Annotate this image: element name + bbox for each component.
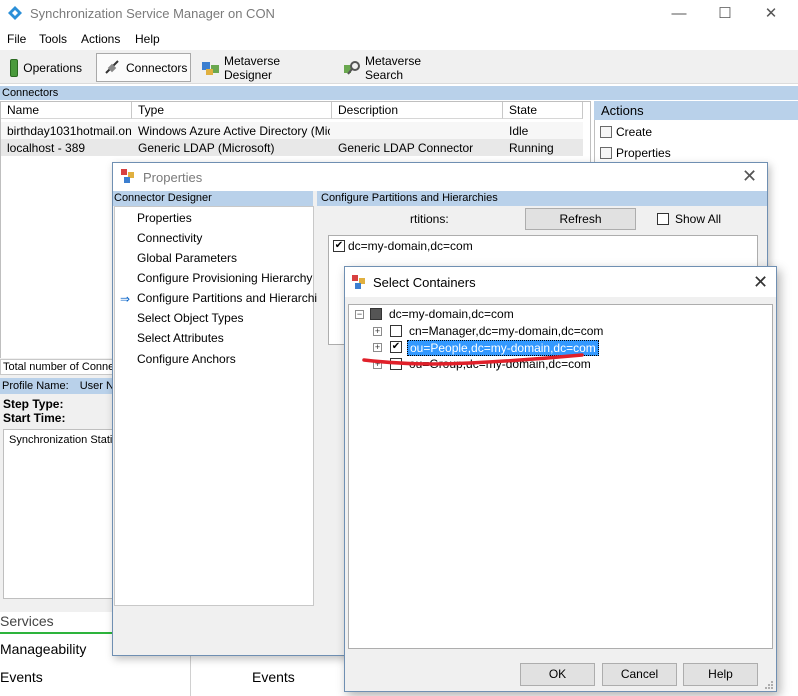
- partition-checkbox[interactable]: ✔: [333, 240, 345, 252]
- refresh-button[interactable]: Refresh: [525, 208, 636, 230]
- connector-designer-header: Connector Designer: [113, 191, 313, 206]
- metaverse-search-button[interactable]: Metaverse Search: [335, 53, 465, 82]
- column-state[interactable]: State: [503, 102, 583, 119]
- user-name-label: User Nar: [79, 380, 115, 392]
- metaverse-search-label: Metaverse Search: [365, 53, 422, 82]
- nav-properties[interactable]: Properties: [137, 211, 192, 225]
- action-properties-label: Properties: [616, 146, 671, 160]
- row-description: Generic LDAP Connector: [338, 141, 474, 155]
- metaverse-search-icon: [342, 59, 360, 77]
- tree-node-manager[interactable]: cn=Manager,dc=my-domain,dc=com: [409, 324, 603, 338]
- partitions-label: rtitions:: [410, 212, 449, 226]
- root-partial-checkbox[interactable]: [370, 308, 382, 320]
- sync-stats-panel: [3, 429, 115, 599]
- start-time-label: Start Time:: [3, 411, 66, 425]
- row-name: birthday1031hotmail.on...: [7, 124, 131, 138]
- services-link[interactable]: Services: [0, 613, 54, 629]
- metaverse-designer-icon: [201, 59, 219, 77]
- metaverse-designer-label: Metaverse Designer: [224, 53, 281, 82]
- action-properties[interactable]: Properties: [600, 146, 671, 160]
- total-connectors: Total number of Connec: [0, 359, 115, 375]
- profile-name-label: Profile Name:: [2, 380, 69, 392]
- nav-anchors[interactable]: Configure Anchors: [137, 352, 236, 366]
- row-description: [332, 123, 502, 139]
- sync-diamond-icon: [8, 6, 22, 20]
- menu-help[interactable]: Help: [135, 32, 160, 46]
- row-state: Idle: [509, 124, 529, 138]
- properties-title: Properties: [143, 170, 203, 185]
- nav-attributes[interactable]: Select Attributes: [137, 331, 224, 345]
- window-title: Synchronization Service Manager on CON: [30, 6, 275, 21]
- properties-app-icon: [121, 169, 134, 183]
- show-all-label: Show All: [675, 212, 722, 226]
- nav-partitions-hierarchies[interactable]: Configure Partitions and Hierarchies: [137, 291, 330, 305]
- properties-title-bar: [113, 163, 767, 191]
- events-right-link[interactable]: Events: [252, 669, 295, 685]
- connector-designer-nav: [114, 206, 314, 606]
- metaverse-designer-button[interactable]: Metaverse Designer: [194, 53, 329, 82]
- profile-header: Profile Name: User Nar: [0, 378, 115, 394]
- red-underline-annotation: [362, 353, 584, 366]
- minimize-button[interactable]: —: [656, 0, 702, 28]
- select-containers-close-button[interactable]: ✕: [753, 272, 768, 293]
- connectors-plug-icon: [103, 59, 121, 77]
- show-all-checkbox[interactable]: [657, 213, 669, 225]
- row-type: Windows Azure Active Directory (Micr...: [138, 124, 330, 138]
- row-state: Running: [509, 141, 554, 155]
- select-containers-app-icon: [352, 275, 365, 289]
- action-create-label: Create: [616, 125, 653, 139]
- current-step-arrow-icon: ⇒: [120, 292, 131, 306]
- column-type[interactable]: Type: [132, 102, 332, 119]
- select-containers-title: Select Containers: [373, 275, 476, 290]
- row-name: localhost - 389: [7, 141, 86, 155]
- menu-tools[interactable]: Tools: [39, 32, 67, 46]
- actions-header: Actions: [594, 101, 798, 120]
- sync-stats-label: Synchronization Statis: [9, 434, 118, 446]
- help-button[interactable]: Help: [683, 663, 758, 686]
- menu-actions[interactable]: Actions: [81, 32, 120, 46]
- partition-item[interactable]: dc=my-domain,dc=com: [348, 239, 473, 253]
- create-icon: [600, 126, 612, 138]
- row-type: Generic LDAP (Microsoft): [138, 141, 275, 155]
- nav-object-types[interactable]: Select Object Types: [137, 311, 244, 325]
- tree-node-root[interactable]: dc=my-domain,dc=com: [389, 307, 514, 321]
- manageability-link[interactable]: Manageability: [0, 641, 86, 657]
- connectors-label: Connectors: [126, 60, 188, 75]
- step-type-label: Step Type:: [3, 397, 64, 411]
- operations-button[interactable]: Operations: [3, 53, 89, 82]
- partitions-header: Configure Partitions and Hierarchies: [317, 191, 767, 206]
- operations-book-icon: [10, 58, 19, 77]
- nav-global-parameters[interactable]: Global Parameters: [137, 251, 237, 265]
- connectors-section-header: Connectors: [0, 86, 798, 100]
- menu-file[interactable]: File: [7, 32, 26, 46]
- nav-connectivity[interactable]: Connectivity: [137, 231, 202, 245]
- close-button[interactable]: ✕: [748, 0, 794, 28]
- events-link[interactable]: Events: [0, 669, 43, 685]
- properties-close-button[interactable]: ✕: [742, 166, 757, 187]
- column-description[interactable]: Description: [332, 102, 503, 119]
- operations-label: Operations: [23, 60, 82, 75]
- maximize-button[interactable]: ☐: [702, 0, 748, 28]
- resize-grip-icon[interactable]: [764, 680, 774, 690]
- connectors-button[interactable]: Connectors: [96, 53, 191, 82]
- action-create[interactable]: Create: [600, 125, 652, 139]
- ok-button[interactable]: OK: [520, 663, 595, 686]
- cancel-button[interactable]: Cancel: [602, 663, 677, 686]
- column-name[interactable]: Name: [1, 102, 132, 119]
- collapse-icon[interactable]: −: [355, 310, 364, 319]
- tree-checkbox[interactable]: [390, 325, 402, 337]
- properties-icon: [600, 147, 612, 159]
- nav-provisioning-hierarchy[interactable]: Configure Provisioning Hierarchy: [137, 271, 312, 285]
- expand-icon[interactable]: +: [373, 327, 382, 336]
